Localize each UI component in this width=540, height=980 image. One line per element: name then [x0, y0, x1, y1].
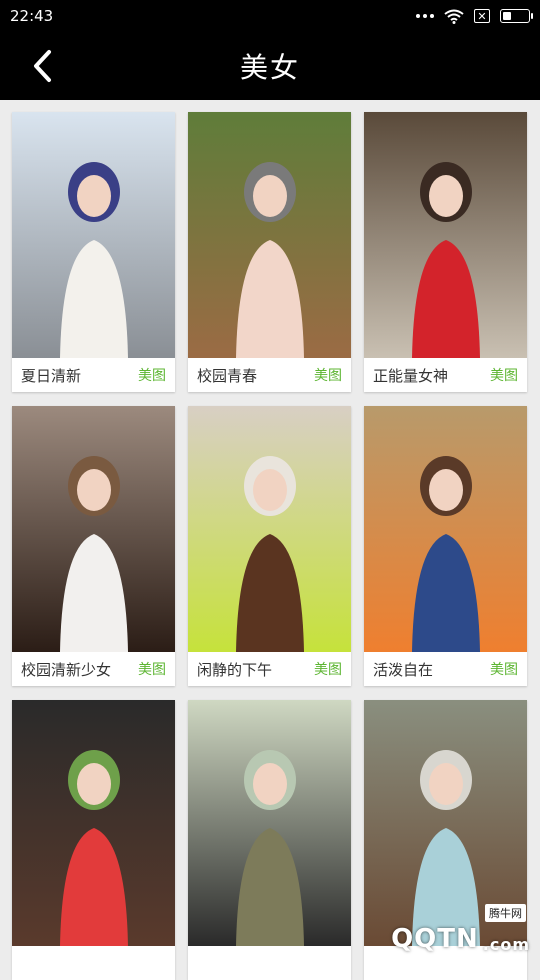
sim-off-icon: ✕: [474, 9, 490, 23]
card-title: 闲静的下午: [197, 659, 272, 680]
card-caption: 正能量女神 美图: [364, 358, 527, 392]
photo-thumbnail[interactable]: [12, 112, 175, 358]
gallery-card[interactable]: 正能量女神 美图: [364, 112, 527, 392]
watermark-logo: QQTN: [391, 924, 479, 954]
photo-thumbnail[interactable]: [12, 700, 175, 946]
photo-thumbnail[interactable]: [364, 406, 527, 652]
card-tag[interactable]: 美图: [490, 659, 518, 679]
card-caption: 活泼自在 美图: [364, 652, 527, 686]
status-time: 22:43: [10, 7, 53, 25]
back-button[interactable]: [22, 46, 62, 86]
card-caption: 校园青春 美图: [188, 358, 351, 392]
wifi-icon: [444, 9, 464, 24]
app-bar: 美女: [0, 32, 540, 100]
card-tag[interactable]: 美图: [490, 365, 518, 385]
photo-thumbnail[interactable]: [188, 406, 351, 652]
gallery-card[interactable]: 闲静的下午 美图: [188, 406, 351, 686]
card-tag[interactable]: 美图: [314, 659, 342, 679]
more-dots-icon: [416, 14, 434, 18]
photo-thumbnail[interactable]: [188, 700, 351, 946]
watermark-badge: 腾牛网: [485, 904, 526, 922]
card-tag[interactable]: 美图: [314, 365, 342, 385]
card-caption: 夏日清新 美图: [12, 358, 175, 392]
page-title: 美女: [240, 46, 300, 86]
gallery-card[interactable]: 校园青春 美图: [188, 112, 351, 392]
gallery-card[interactable]: 活泼自在 美图: [364, 406, 527, 686]
gallery-card[interactable]: [188, 700, 351, 980]
watermark-suffix: .com: [483, 935, 530, 954]
card-tag[interactable]: 美图: [138, 365, 166, 385]
photo-thumbnail[interactable]: [12, 406, 175, 652]
card-title: 夏日清新: [21, 365, 81, 386]
gallery-card[interactable]: 校园清新少女 美图: [12, 406, 175, 686]
card-caption: 校园清新少女 美图: [12, 652, 175, 686]
card-title: 活泼自在: [373, 659, 433, 680]
chevron-left-icon: [31, 49, 53, 83]
card-caption: 闲静的下午 美图: [188, 652, 351, 686]
card-title: 正能量女神: [373, 365, 448, 386]
card-title: 校园青春: [197, 365, 257, 386]
gallery-card[interactable]: [12, 700, 175, 980]
gallery-grid: 夏日清新美图校园青春美图正能量女神美图校园清新少女美图闲静的下午美图活泼自在美图: [12, 112, 527, 980]
status-icons: ✕: [416, 9, 530, 24]
card-title: 校园清新少女: [21, 659, 111, 680]
photo-thumbnail[interactable]: [364, 112, 527, 358]
status-bar: 22:43 ✕: [0, 0, 540, 32]
battery-icon: [500, 9, 530, 23]
site-watermark: 腾牛网 QQTN .com: [391, 924, 530, 954]
card-tag[interactable]: 美图: [138, 659, 166, 679]
photo-thumbnail[interactable]: [188, 112, 351, 358]
gallery-card[interactable]: 夏日清新 美图: [12, 112, 175, 392]
